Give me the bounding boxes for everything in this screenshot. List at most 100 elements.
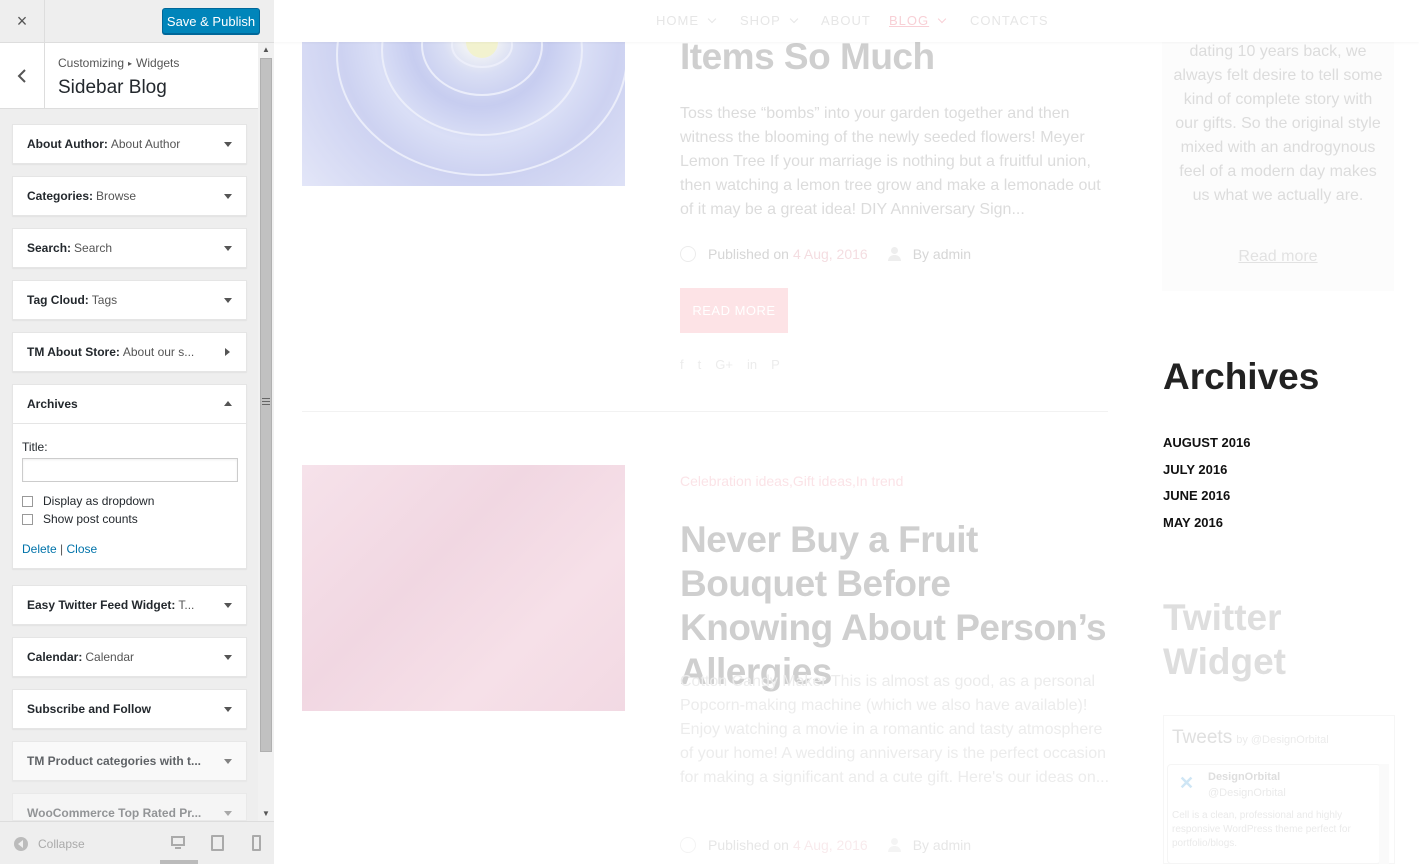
post-categories[interactable]: Celebration ideas,Gift ideas,In trend [680, 473, 903, 489]
back-button[interactable] [0, 43, 45, 109]
tweet-text: Cell is a clean, professional and highly… [1172, 810, 1351, 849]
chevron-right-icon[interactable] [225, 348, 230, 356]
tweets-scrollbar[interactable] [1379, 764, 1389, 864]
show-post-counts-checkbox[interactable] [22, 513, 33, 525]
published-label: Published on [708, 837, 789, 853]
site-preview: Items So Much Toss these “bombs” into yo… [274, 0, 1419, 864]
about-read-more-link[interactable]: Read more [1162, 248, 1394, 266]
expand-arrow-icon[interactable] [224, 142, 232, 147]
collapse-button[interactable]: Collapse [14, 837, 85, 851]
widget-header[interactable]: Tag Cloud: Tags [13, 281, 246, 319]
widget-header[interactable]: Calendar: Calendar [13, 638, 246, 676]
show-post-counts-label: Show post counts [43, 512, 138, 526]
widget-header[interactable]: About Author: About Author [13, 125, 246, 163]
display-dropdown-label: Display as dropdown [43, 494, 155, 508]
archive-link[interactable]: JULY 2016 [1163, 462, 1227, 477]
post-excerpt: Cotton Candy Maker This is almost as goo… [680, 673, 1110, 786]
expand-arrow-icon[interactable] [224, 811, 232, 816]
delete-link[interactable]: Delete [22, 542, 57, 556]
widget-subtitle: Calendar [85, 650, 135, 664]
breadcrumb: Customizing ▸ Widgets [58, 56, 179, 70]
widget-header[interactable]: Categories: Browse [13, 177, 246, 215]
display-dropdown-option[interactable]: Display as dropdown [22, 494, 237, 508]
expand-arrow-icon[interactable] [224, 246, 232, 251]
display-dropdown-checkbox[interactable] [22, 495, 33, 507]
widget-categories[interactable]: Categories: Browse [12, 176, 247, 216]
widget-header[interactable]: WooCommerce Top Rated Pr... [13, 794, 246, 820]
widget-name: Categories: [27, 189, 94, 203]
expand-arrow-icon[interactable] [224, 194, 232, 199]
about-text: dating 10 years back, we always felt des… [1173, 43, 1383, 204]
breadcrumb-root: Customizing [58, 56, 125, 70]
tweet-account-handle[interactable]: @DesignOrbital [1208, 787, 1286, 799]
widget-easy-twitter-feed[interactable]: Easy Twitter Feed Widget: T... [12, 585, 247, 625]
widget-tag-cloud[interactable]: Tag Cloud: Tags [12, 280, 247, 320]
archive-link[interactable]: AUGUST 2016 [1163, 435, 1250, 450]
post-image-pink[interactable] [302, 465, 625, 711]
read-more-button[interactable]: READ MORE [680, 288, 788, 333]
panel-scrollbar[interactable]: ▲ ▼ [258, 43, 274, 821]
collapse-arrow-icon[interactable] [224, 401, 232, 406]
google-plus-icon[interactable]: G+ [715, 357, 733, 372]
scroll-up-arrow-icon[interactable]: ▲ [258, 43, 274, 57]
widget-calendar[interactable]: Calendar: Calendar [12, 637, 247, 677]
widget-name: About Author: [27, 137, 108, 151]
desktop-icon[interactable] [170, 835, 186, 851]
title-input[interactable] [22, 458, 238, 482]
scroll-down-arrow-icon[interactable]: ▼ [258, 807, 274, 821]
widget-archives[interactable]: Archives Title: Display as dropdown Show… [12, 384, 247, 569]
widget-name: TM About Store: [27, 345, 120, 359]
save-publish-button[interactable]: Save & Publish [162, 8, 260, 34]
chevron-down-icon [707, 14, 717, 23]
share-links: f t G+ in P [680, 357, 780, 372]
nav-home[interactable]: HOME [656, 13, 717, 28]
facebook-icon[interactable]: f [680, 357, 684, 372]
nav-about[interactable]: ABOUT [821, 13, 871, 28]
twitter-icon[interactable]: t [698, 357, 702, 372]
archives-title: Archives [1163, 356, 1320, 397]
widget-subscribe-follow[interactable]: Subscribe and Follow [12, 689, 247, 729]
widget-header[interactable]: Search: Search [13, 229, 246, 267]
expand-arrow-icon[interactable] [224, 603, 232, 608]
post-date[interactable]: 4 Aug, 2016 [793, 837, 868, 853]
mobile-icon[interactable] [250, 835, 266, 851]
tablet-icon[interactable] [209, 835, 225, 851]
widget-header[interactable]: TM Product categories with t... [13, 742, 246, 780]
widget-search[interactable]: Search: Search [12, 228, 247, 268]
nav-contacts[interactable]: CONTACTS [970, 13, 1049, 28]
chevron-down-icon [789, 14, 799, 23]
clock-icon [680, 837, 696, 853]
nav-blog[interactable]: BLOG [889, 13, 947, 28]
widget-about-author[interactable]: About Author: About Author [12, 124, 247, 164]
tweets-by-link[interactable]: by @DesignOrbital [1236, 734, 1328, 746]
post-title[interactable]: Never Buy a Fruit Bouquet Before Knowing… [680, 518, 1110, 694]
widget-header[interactable]: TM About Store: About our s... [13, 333, 246, 371]
nav-label: HOME [656, 13, 699, 28]
linkedin-icon[interactable]: in [747, 357, 757, 372]
expand-arrow-icon[interactable] [224, 707, 232, 712]
post-meta: Published on 4 Aug, 2016 By admin [680, 837, 971, 853]
close-customizer-button[interactable]: × [0, 0, 45, 43]
widget-tm-product-categories[interactable]: TM Product categories with t... [12, 741, 247, 781]
nav-shop[interactable]: SHOP [740, 13, 799, 28]
scroll-grip-icon [262, 398, 270, 408]
tweet-account-name[interactable]: DesignOrbital [1208, 771, 1280, 783]
widget-woocommerce-top-rated[interactable]: WooCommerce Top Rated Pr... [12, 793, 247, 821]
widget-header[interactable]: Archives [13, 385, 246, 423]
post-author[interactable]: By admin [913, 246, 971, 262]
expand-arrow-icon[interactable] [224, 298, 232, 303]
show-post-counts-option[interactable]: Show post counts [22, 512, 237, 526]
expand-arrow-icon[interactable] [224, 759, 232, 764]
archive-link[interactable]: JUNE 2016 [1163, 488, 1230, 503]
expand-arrow-icon[interactable] [224, 655, 232, 660]
archive-link[interactable]: MAY 2016 [1163, 515, 1223, 530]
close-link[interactable]: Close [67, 542, 98, 556]
post-author[interactable]: By admin [913, 837, 971, 853]
post-date[interactable]: 4 Aug, 2016 [793, 246, 868, 262]
widget-tm-about-store[interactable]: TM About Store: About our s... [12, 332, 247, 372]
widget-header[interactable]: Subscribe and Follow [13, 690, 246, 728]
widget-header[interactable]: Easy Twitter Feed Widget: T... [13, 586, 246, 624]
post-title[interactable]: Items So Much [680, 36, 935, 78]
pinterest-icon[interactable]: P [771, 357, 780, 372]
post-divider [302, 411, 1108, 412]
